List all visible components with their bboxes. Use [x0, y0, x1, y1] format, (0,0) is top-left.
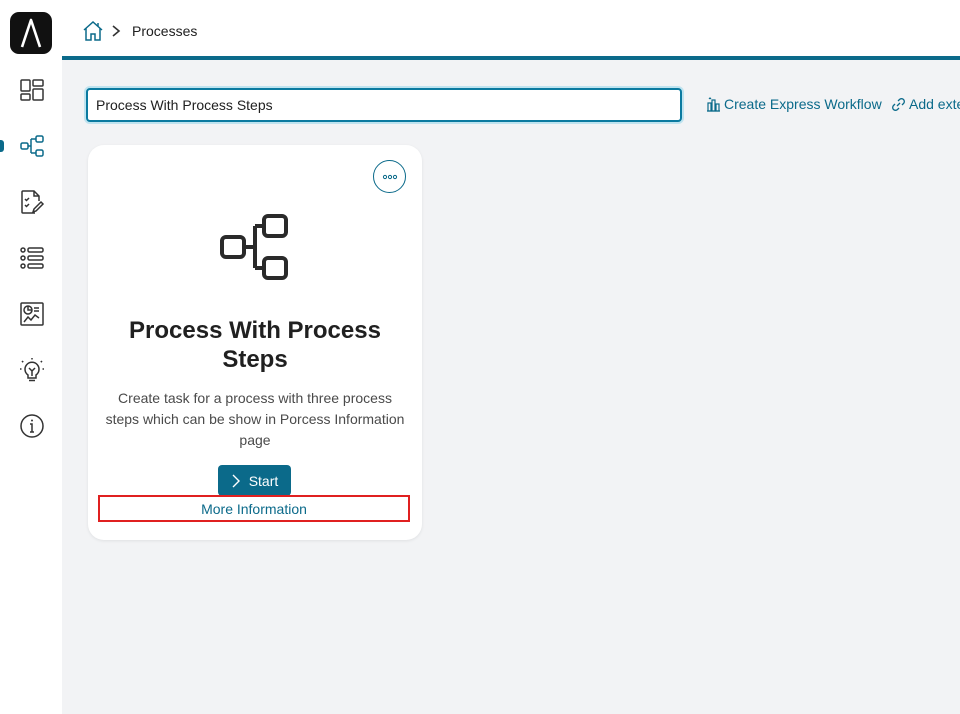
- workflow-icon: [707, 96, 720, 112]
- process-icon: [220, 214, 288, 280]
- top-bar: Processes: [62, 0, 960, 60]
- card-description: Create task for a process with three pro…: [105, 390, 405, 448]
- home-icon[interactable]: [82, 20, 104, 42]
- more-information-label: More Information: [201, 500, 307, 517]
- link-icon: [892, 97, 905, 111]
- add-external-link[interactable]: Add exte: [891, 96, 960, 112]
- logo-icon: [20, 18, 42, 48]
- sidebar-item-dashboard[interactable]: [16, 74, 48, 106]
- search-input[interactable]: [86, 88, 682, 122]
- process-icon: [20, 135, 44, 157]
- sidebar-item-tasks[interactable]: [16, 186, 48, 218]
- sidebar-item-processes[interactable]: [16, 130, 48, 162]
- card-more-button[interactable]: [373, 160, 406, 193]
- more-horizontal-icon: [382, 174, 397, 179]
- active-nav-marker: [0, 140, 4, 152]
- process-card: Process With Process Steps Create task f…: [88, 145, 422, 540]
- card-title: Process With Process Steps: [129, 317, 381, 373]
- app-logo[interactable]: [10, 12, 52, 54]
- more-information-link[interactable]: More Information: [98, 495, 410, 522]
- sidebar-item-info[interactable]: [16, 410, 48, 442]
- report-icon: [20, 302, 44, 326]
- sidebar-item-list[interactable]: [16, 242, 48, 274]
- task-edit-icon: [21, 190, 45, 214]
- dashboard-icon: [20, 79, 44, 101]
- add-external-label: Add exte: [909, 96, 960, 112]
- breadcrumb-current: Processes: [132, 23, 198, 39]
- start-button[interactable]: Start: [218, 465, 291, 496]
- breadcrumb: Processes: [82, 20, 197, 42]
- info-icon: [20, 414, 44, 438]
- list-icon: [20, 247, 44, 269]
- sidebar: [0, 0, 62, 714]
- create-express-workflow-link[interactable]: Create Express Workflow: [706, 96, 882, 112]
- chevron-right-icon: [232, 474, 240, 487]
- start-button-label: Start: [248, 472, 279, 489]
- chevron-right-icon: [112, 25, 121, 37]
- sidebar-item-ideas[interactable]: [16, 354, 48, 386]
- create-express-workflow-label: Create Express Workflow: [724, 96, 882, 112]
- lightbulb-icon: [20, 358, 44, 382]
- sidebar-item-reports[interactable]: [16, 298, 48, 330]
